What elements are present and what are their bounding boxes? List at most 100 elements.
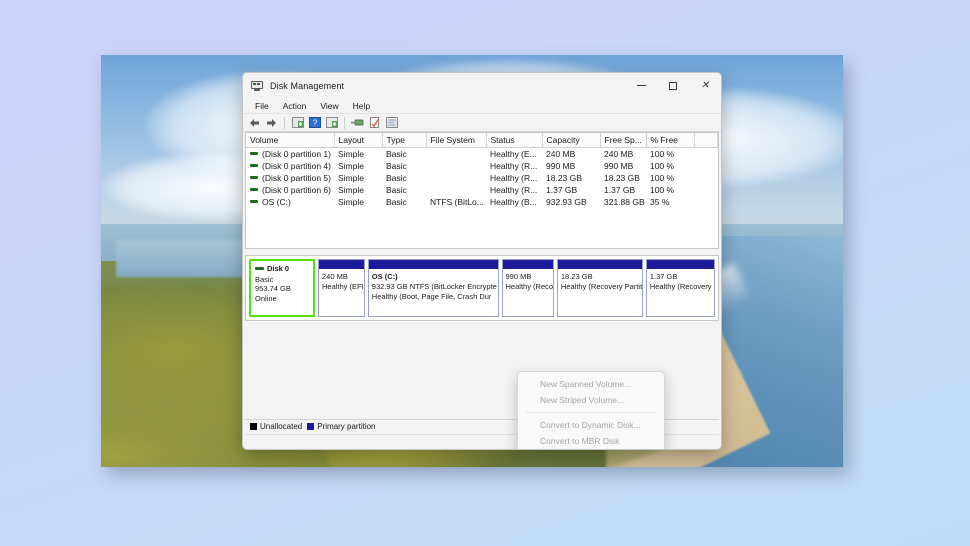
- cell-volume: (Disk 0 partition 6): [246, 184, 334, 195]
- disk-management-icon: [251, 80, 263, 91]
- slide-background: Disk Management ✕ File Action View Help: [0, 0, 970, 546]
- refresh-icon[interactable]: [384, 115, 399, 130]
- partition-block[interactable]: 240 MB Healthy (EFI: [318, 259, 365, 317]
- disk-icon: [255, 267, 264, 271]
- cell-free-space: 990 MB: [604, 161, 634, 171]
- column-header-type[interactable]: Type: [382, 133, 427, 148]
- volume-list-pane[interactable]: Volume Layout Type File System Status Ca…: [245, 132, 719, 249]
- column-header-free-space[interactable]: Free Sp...: [600, 133, 647, 148]
- cell-status: Healthy (R...: [490, 173, 538, 183]
- rescan-disks-icon[interactable]: [350, 115, 365, 130]
- column-header-file-system[interactable]: File System: [426, 133, 487, 148]
- cell-capacity: 1.37 GB: [546, 185, 578, 195]
- context-menu-item-convert-to-dynamic-disk: Convert to Dynamic Disk...: [518, 417, 664, 433]
- cell-percent-free: 100 %: [650, 149, 675, 159]
- show-hide-action-pane-icon[interactable]: [324, 115, 339, 130]
- disk-0-header[interactable]: Disk 0 Basic 953.74 GB Online: [249, 259, 315, 317]
- column-header-volume[interactable]: Volume: [246, 133, 335, 148]
- partition-size: 18.23 GB: [560, 272, 593, 281]
- forward-arrow-icon[interactable]: [264, 115, 279, 130]
- cell-capacity: 932.93 GB: [546, 197, 587, 207]
- partition-block[interactable]: 1.37 GB Healthy (Recovery: [645, 259, 716, 317]
- cell-free-space: 18.23 GB: [604, 173, 640, 183]
- cell-layout: Simple: [338, 185, 364, 195]
- menu-separator: [526, 412, 656, 413]
- cell-layout: Simple: [338, 197, 364, 207]
- partition-color-bar: [646, 260, 715, 269]
- back-arrow-icon[interactable]: [247, 115, 262, 130]
- partition-color-bar: [319, 260, 364, 269]
- context-menu-item-label: Convert to Dynamic Disk...: [540, 420, 641, 430]
- cell-type: Basic: [386, 185, 407, 195]
- maximize-button[interactable]: [657, 73, 689, 98]
- cell-volume: (Disk 0 partition 5): [246, 172, 334, 183]
- partition-details: 990 MBHealthy (Recove: [503, 269, 553, 292]
- cell-status: Healthy (R...: [490, 185, 538, 195]
- table-row[interactable]: (Disk 0 partition 4) Simple Basic Healthy (…: [246, 160, 718, 172]
- cell-percent-free: 35 %: [650, 197, 670, 207]
- volume-table: Volume Layout Type File System Status Ca…: [246, 133, 718, 208]
- show-hide-console-tree-icon[interactable]: [290, 115, 305, 130]
- menu-help[interactable]: Help: [347, 100, 376, 112]
- disk-name: Disk 0: [267, 264, 290, 273]
- column-header-capacity[interactable]: Capacity: [542, 133, 601, 148]
- table-row[interactable]: (Disk 0 partition 1) Simple Basic Healthy (…: [246, 148, 718, 161]
- partition-block[interactable]: 990 MBHealthy (Recove: [501, 259, 554, 317]
- partition-details: 240 MB Healthy (EFI: [319, 269, 364, 292]
- table-row[interactable]: (Disk 0 partition 5) Simple Basic Healthy (…: [246, 172, 718, 184]
- svg-text:?: ?: [312, 119, 317, 128]
- volume-disk-icon: [250, 152, 258, 155]
- partition-block[interactable]: 18.23 GB Healthy (Recovery Partit: [556, 259, 643, 317]
- legend-label-unallocated: Unallocated: [260, 422, 303, 431]
- properties-icon[interactable]: [367, 115, 382, 130]
- cell-spacer: [694, 148, 718, 161]
- legend-item-primary-partition: Primary partition: [307, 422, 376, 431]
- partition-size: 932.93 GB NTFS (BitLocker Encrypte: [371, 282, 497, 291]
- cell-percent-free: 100 %: [650, 185, 675, 195]
- title-bar: Disk Management ✕: [243, 73, 721, 98]
- cell-volume-label: (Disk 0 partition 4): [262, 160, 331, 171]
- volume-disk-icon: [250, 164, 258, 167]
- context-menu-item-new-striped-volume: New Striped Volume...: [518, 392, 664, 408]
- toolbar: ?: [243, 114, 721, 132]
- context-menu-item-label: New Striped Volume...: [540, 395, 625, 405]
- help-icon[interactable]: ?: [307, 115, 322, 130]
- legend-item-unallocated: Unallocated: [250, 422, 302, 431]
- cell-spacer: [694, 184, 718, 196]
- unallocated-swatch-icon: [250, 423, 257, 430]
- disk-size: 953.74 GB: [255, 284, 291, 293]
- partition-color-bar: [368, 260, 498, 269]
- disk-management-window: Disk Management ✕ File Action View Help: [242, 72, 722, 450]
- cell-type: Basic: [386, 149, 407, 159]
- column-header-layout[interactable]: Layout: [334, 133, 383, 148]
- partition-status: Healthy (EFI: [322, 282, 364, 291]
- legend-label-primary-partition: Primary partition: [317, 422, 376, 431]
- minimize-button[interactable]: [625, 73, 657, 98]
- disk-state: Online: [255, 293, 277, 303]
- partition-block[interactable]: OS (C:) 932.93 GB NTFS (BitLocker Encrypt…: [367, 259, 499, 317]
- partition-color-bar: [502, 260, 553, 269]
- cell-type: Basic: [386, 197, 407, 207]
- partition-size: 990 MB: [505, 272, 532, 281]
- menu-file[interactable]: File: [249, 100, 275, 112]
- column-header-status[interactable]: Status: [486, 133, 543, 148]
- column-header-percent-free[interactable]: % Free: [646, 133, 695, 148]
- cell-volume-label: (Disk 0 partition 5): [262, 172, 331, 183]
- partition-label: OS (C:): [371, 272, 398, 281]
- table-row[interactable]: (Disk 0 partition 6) Simple Basic Healthy (…: [246, 184, 718, 196]
- cell-file-system: NTFS (BitLo...: [430, 197, 484, 207]
- menu-action[interactable]: Action: [277, 100, 313, 112]
- column-header-spacer[interactable]: [694, 133, 718, 148]
- close-button[interactable]: ✕: [689, 73, 721, 98]
- table-row[interactable]: OS (C:) Simple Basic NTFS (BitLo... Healthy …: [246, 196, 718, 208]
- volume-disk-icon: [250, 176, 258, 179]
- menu-bar: File Action View Help: [243, 98, 721, 114]
- cell-volume: (Disk 0 partition 4): [246, 160, 334, 171]
- cell-percent-free: 100 %: [650, 161, 675, 171]
- context-menu-item-label: Convert to MBR Disk: [540, 436, 620, 446]
- context-menu-item-label: New Spanned Volume...: [540, 379, 632, 389]
- cell-capacity: 18.23 GB: [546, 173, 582, 183]
- menu-view[interactable]: View: [314, 100, 344, 112]
- context-menu-item-convert-to-mbr-disk: Convert to MBR Disk: [518, 433, 664, 449]
- graphical-view-pane: Disk 0 Basic 953.74 GB Online 240 MB Heal…: [245, 255, 719, 321]
